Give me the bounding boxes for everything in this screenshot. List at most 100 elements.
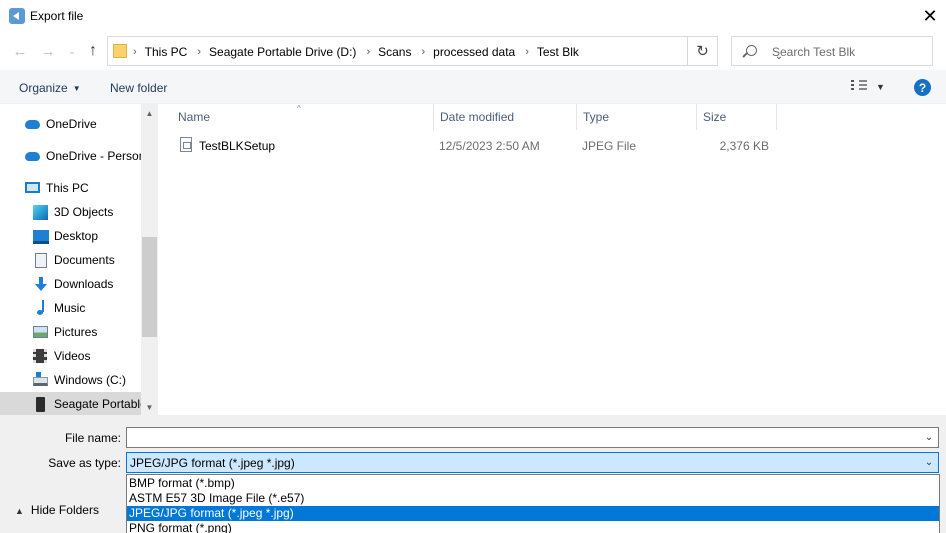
drive-icon: [33, 372, 48, 386]
up-button[interactable]: ↑: [83, 41, 103, 61]
file-list: ^ Name Date modified Type Size TestBLKSe…: [158, 104, 946, 415]
breadcrumb-scans[interactable]: Scans: [378, 45, 411, 59]
tree-item-label: Documents: [54, 253, 115, 267]
save-as-type-label: Save as type:: [48, 456, 121, 470]
column-header-size[interactable]: Size: [697, 104, 777, 130]
tree-item-label: This PC: [46, 181, 89, 195]
tree-item-pictures[interactable]: Pictures: [0, 320, 141, 344]
search-box[interactable]: [731, 36, 933, 66]
new-folder-button[interactable]: New folder: [110, 81, 167, 95]
organize-button[interactable]: Organize ▼: [19, 81, 81, 95]
tree-item-downloads[interactable]: Downloads: [0, 272, 141, 296]
command-bar: Organize ▼ New folder ▼ ?: [0, 70, 946, 104]
close-button[interactable]: ✕: [914, 0, 946, 32]
address-bar[interactable]: › This PC › Seagate Portable Drive (D:) …: [107, 36, 783, 66]
breadcrumb-separator-icon[interactable]: ›: [133, 46, 137, 58]
tree-item-3d-objects[interactable]: 3D Objects: [0, 200, 141, 224]
tree-item-label: Pictures: [54, 325, 98, 339]
dropdown-option-png[interactable]: PNG format (*.png): [127, 521, 939, 533]
tree-item-videos[interactable]: Videos: [0, 344, 141, 368]
column-header-date-modified[interactable]: Date modified: [434, 104, 577, 130]
file-name-input[interactable]: [130, 430, 910, 445]
breadcrumb: › This PC › Seagate Portable Drive (D:) …: [133, 45, 589, 59]
dropdown-option-bmp[interactable]: BMP format (*.bmp): [127, 476, 939, 491]
folder-icon: [113, 44, 127, 58]
refresh-button[interactable]: ↻: [688, 36, 718, 66]
breadcrumb-processed-data[interactable]: processed data: [433, 45, 515, 59]
music-icon: [35, 300, 47, 316]
breadcrumb-separator-icon[interactable]: ›: [366, 46, 370, 58]
video-icon: [33, 349, 47, 363]
file-date-modified: 12/5/2023 2:50 AM: [439, 139, 540, 153]
organize-label: Organize: [19, 81, 68, 95]
tree-item-label: OneDrive - Personal: [46, 149, 141, 163]
breadcrumb-separator-icon[interactable]: ›: [525, 46, 529, 58]
save-as-type-dropdown-list[interactable]: BMP format (*.bmp) ASTM E57 3D Image Fil…: [126, 474, 940, 533]
tree-item-onedrive[interactable]: OneDrive: [0, 112, 141, 136]
tree-item-label: Desktop: [54, 229, 99, 243]
cube-icon: [33, 205, 48, 220]
save-as-type-value: JPEG/JPG format (*.jpeg *.jpg): [130, 456, 295, 470]
cloud-icon: [25, 120, 40, 129]
tree-item-documents[interactable]: Documents: [0, 248, 141, 272]
dropdown-option-e57[interactable]: ASTM E57 3D Image File (*.e57): [127, 491, 939, 506]
tree-item-label: Music: [54, 301, 86, 315]
view-options-icon[interactable]: [851, 80, 867, 94]
breadcrumb-this-pc[interactable]: This PC: [145, 45, 188, 59]
help-button[interactable]: ?: [914, 79, 931, 96]
breadcrumb-separator-icon[interactable]: ›: [421, 46, 425, 58]
breadcrumb-test-blk[interactable]: Test Blk: [537, 45, 579, 59]
title-bar: Export file ✕: [0, 0, 946, 32]
portable-drive-icon: [36, 397, 45, 412]
file-type: JPEG File: [582, 139, 637, 153]
tree-item-label: OneDrive: [46, 117, 97, 131]
chevron-down-icon[interactable]: ⌄: [922, 430, 936, 445]
tree-item-label: Downloads: [54, 277, 114, 291]
tree-item-music[interactable]: Music: [0, 296, 141, 320]
tree-item-label: Seagate Portable Drive (D:): [54, 397, 141, 411]
hide-folders-button[interactable]: ▲ Hide Folders: [15, 503, 99, 517]
tree-item-desktop[interactable]: Desktop: [0, 224, 141, 248]
search-icon: [746, 45, 757, 56]
tree-item-label: Videos: [54, 349, 91, 363]
navigation-scrollbar[interactable]: ▲ ▼: [141, 104, 158, 415]
app-back-icon: [9, 8, 25, 24]
chevron-up-icon: ▲: [15, 506, 24, 516]
navigation-bar: ← → ⌄ ↑ › This PC › Seagate Portable Dri…: [0, 32, 946, 70]
recent-locations-chevron-icon[interactable]: ⌄: [62, 41, 82, 61]
back-button[interactable]: ←: [10, 41, 30, 61]
tree-item-label: Windows (C:): [54, 373, 127, 387]
search-input[interactable]: [772, 43, 927, 60]
tree-item-windows-c[interactable]: Windows (C:): [0, 368, 141, 392]
scrollbar-thumb[interactable]: [142, 237, 157, 337]
breadcrumb-seagate-drive[interactable]: Seagate Portable Drive (D:): [209, 45, 356, 59]
file-name-label: File name:: [64, 431, 121, 445]
tree-item-onedrive-personal[interactable]: OneDrive - Personal: [0, 144, 141, 168]
document-icon: [35, 253, 47, 268]
tree-item-label: 3D Objects: [54, 205, 114, 219]
table-row[interactable]: TestBLKSetup 12/5/2023 2:50 AM JPEG File…: [174, 134, 774, 156]
computer-icon: [25, 182, 40, 193]
tree-item-this-pc[interactable]: This PC: [0, 176, 141, 200]
scroll-up-icon[interactable]: ▲: [141, 106, 158, 120]
organize-caret-icon: ▼: [72, 84, 81, 93]
save-as-type-select[interactable]: JPEG/JPG format (*.jpeg *.jpg) ⌄: [126, 452, 939, 473]
chevron-down-icon[interactable]: ⌄: [922, 455, 936, 470]
column-header-type[interactable]: Type: [577, 104, 697, 130]
file-name: TestBLKSetup: [199, 139, 276, 153]
desktop-icon: [33, 230, 49, 244]
column-header-name[interactable]: Name: [172, 104, 434, 130]
view-caret-icon[interactable]: ▼: [876, 82, 885, 92]
hide-folders-label: Hide Folders: [30, 503, 99, 517]
image-file-icon: [180, 137, 192, 152]
picture-icon: [33, 326, 48, 338]
forward-button[interactable]: →: [38, 41, 58, 61]
file-name-combobox[interactable]: ⌄: [126, 427, 939, 448]
dropdown-option-jpeg[interactable]: JPEG/JPG format (*.jpeg *.jpg): [127, 506, 939, 521]
tree-item-seagate-portable-drive[interactable]: Seagate Portable Drive (D:): [0, 392, 141, 415]
file-size: 2,376 KB: [719, 139, 769, 153]
breadcrumb-separator-icon[interactable]: ›: [197, 46, 201, 58]
window-title: Export file: [30, 9, 84, 23]
cloud-icon: [25, 152, 40, 161]
scroll-down-icon[interactable]: ▼: [141, 400, 158, 414]
